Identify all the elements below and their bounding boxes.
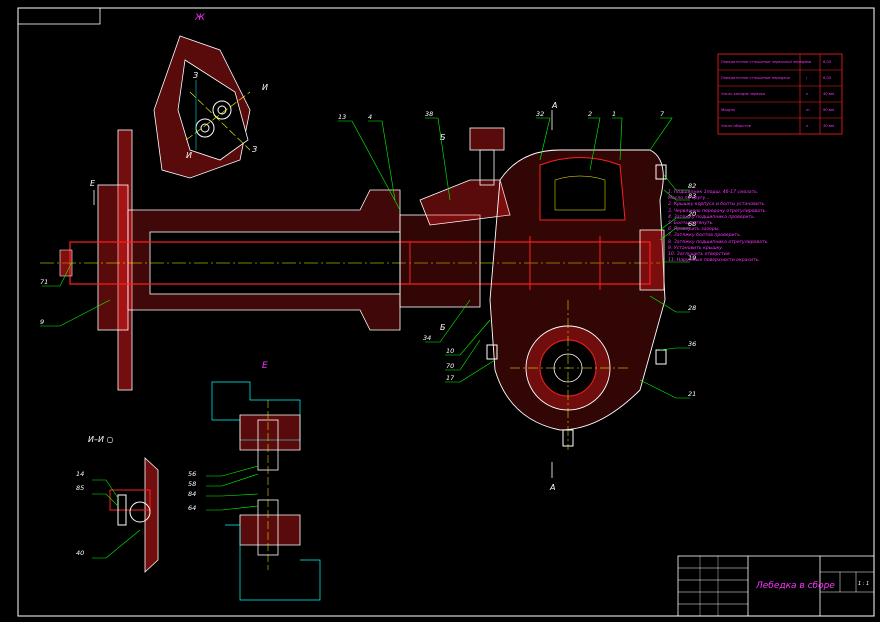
tech-row-5-code: n xyxy=(806,124,809,128)
label-cut-a-bottom: А xyxy=(549,483,555,492)
callout-4: 4 xyxy=(368,113,372,121)
callout-85: 85 xyxy=(76,484,84,492)
callout-36: 36 xyxy=(688,340,696,348)
callout-28: 28 xyxy=(688,304,696,312)
label-view-zh: Ж xyxy=(194,13,205,23)
title-block: Лебедка в сборе 1 : 1 xyxy=(677,555,875,617)
callout-84: 84 xyxy=(188,490,196,498)
tech-table: Передаточное отношение червячной передач… xyxy=(717,53,843,135)
title-block-name: Лебедка в сборе xyxy=(755,581,835,591)
label-cut-i2: И xyxy=(186,151,192,160)
tech-row-4-code: m xyxy=(806,108,810,112)
tech-row-2-code: i xyxy=(806,76,807,80)
tech-row-1-name: Передаточное отношение червячной передач… xyxy=(721,60,812,64)
tech-row-3-name: Число заходов червяка xyxy=(721,92,765,96)
label-cut-b-bottom: Б xyxy=(440,323,446,332)
callout-70: 70 xyxy=(446,362,454,370)
tech-row-5-name: Число оборотов xyxy=(721,124,751,128)
callout-14: 14 xyxy=(76,470,84,478)
label-view-e-bottom: Е xyxy=(262,361,268,371)
tech-row-3-value: 40 мм xyxy=(823,92,834,96)
stamp-corner xyxy=(17,7,101,25)
callout-38: 38 xyxy=(425,110,433,118)
callout-82: 82 xyxy=(688,182,696,190)
cad-drawing: Ж З И И З А А Б Б Е 71 9 13 4 38 32 2 1 … xyxy=(17,7,875,617)
callout-9: 9 xyxy=(40,318,44,326)
callout-2: 2 xyxy=(588,110,592,118)
callout-40: 40 xyxy=(76,549,84,557)
callout-13: 13 xyxy=(338,113,346,121)
callout-21: 21 xyxy=(688,390,696,398)
callout-34: 34 xyxy=(423,334,431,342)
label-cut-i1: И xyxy=(262,83,268,92)
callout-1: 1 xyxy=(612,110,616,118)
label-section-ii: И–И ○ xyxy=(88,435,114,444)
callout-32: 32 xyxy=(536,110,544,118)
tech-row-1-code: i xyxy=(806,60,807,64)
callout-56: 56 xyxy=(188,470,196,478)
tech-row-4-name: Модуль xyxy=(721,108,735,112)
section-ii: И–И ○ xyxy=(88,435,159,573)
callout-17: 17 xyxy=(446,374,455,382)
tech-row-2-name: Передаточное отношение передачи xyxy=(721,76,791,80)
label-view-e-top: Е xyxy=(90,179,96,188)
view-e: Е xyxy=(206,361,321,601)
tech-row-5-value: 30 мм xyxy=(823,124,834,128)
main-assembly: А А Б Б Е xyxy=(40,101,667,492)
view-zh: Ж З И И З xyxy=(153,13,268,179)
tech-row-1-value: 6,05 xyxy=(823,60,832,64)
label-cut-z2: З xyxy=(252,145,257,154)
label-cut-a-top: А xyxy=(551,101,557,110)
callout-10: 10 xyxy=(446,347,454,355)
tech-row-2-value: 6,05 xyxy=(823,76,832,80)
title-block-scale: 1 : 1 xyxy=(858,581,869,587)
note-12: 11. Наружные поверхности окрасить. xyxy=(668,258,760,264)
callout-58: 58 xyxy=(188,480,196,488)
tech-row-3-code: z xyxy=(805,92,808,96)
callout-64: 64 xyxy=(188,504,196,512)
tech-row-4-value: 90 мм xyxy=(823,108,834,112)
callout-71: 71 xyxy=(40,278,48,286)
label-cut-z1: З xyxy=(193,71,198,80)
technical-notes: 1. Подшипник 1подш. 46-17 смазать. Масло… xyxy=(668,190,873,264)
callout-7: 7 xyxy=(660,110,665,118)
